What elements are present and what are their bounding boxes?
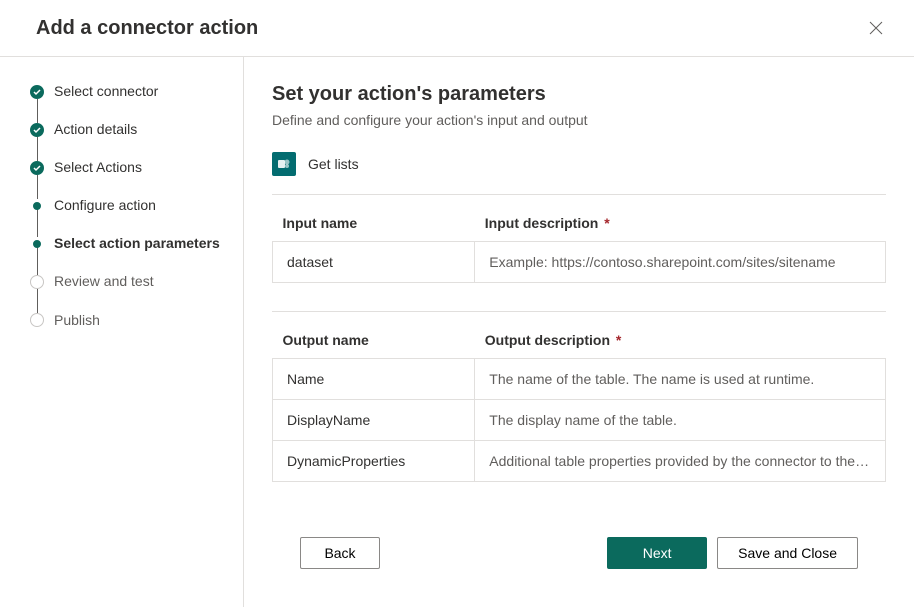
circle-icon: [30, 313, 44, 327]
page-title: Set your action's parameters: [272, 83, 886, 106]
inputs-table: Input name Input description * dataset E…: [272, 215, 886, 283]
output-name-cell: Name: [273, 359, 475, 400]
output-name-cell: DynamicProperties: [273, 441, 475, 482]
step-select-actions[interactable]: Select Actions: [30, 159, 223, 197]
input-name-cell: dataset: [273, 242, 475, 283]
main-panel: Set your action's parameters Define and …: [244, 57, 914, 607]
next-button[interactable]: Next: [607, 537, 707, 569]
inputs-section: Input name Input description * dataset E…: [272, 215, 886, 283]
outputs-table: Output name Output description * Name Th…: [272, 332, 886, 482]
dialog-footer: Back Next Save and Close: [272, 518, 886, 587]
dialog-header: Add a connector action: [0, 0, 914, 57]
dot-icon: [33, 240, 41, 248]
output-desc-cell[interactable]: Additional table properties provided by …: [475, 441, 886, 482]
step-publish[interactable]: Publish: [30, 311, 223, 329]
table-row[interactable]: DisplayName The display name of the tabl…: [273, 400, 886, 441]
section-divider: [272, 311, 886, 312]
step-select-connector[interactable]: Select connector: [30, 83, 223, 121]
step-label: Select Actions: [54, 159, 142, 175]
wizard-sidebar: Select connector Action details Select A…: [0, 57, 244, 607]
step-review-and-test[interactable]: Review and test: [30, 273, 223, 311]
output-name-cell: DisplayName: [273, 400, 475, 441]
main-content: Set your action's parameters Define and …: [272, 83, 886, 518]
step-label: Action details: [54, 121, 137, 137]
check-icon: [30, 123, 44, 137]
page-subtitle: Define and configure your action's input…: [272, 112, 886, 128]
input-desc-header: Input description *: [475, 215, 886, 242]
outputs-section: Output name Output description * Name Th…: [272, 332, 886, 482]
step-action-details[interactable]: Action details: [30, 121, 223, 159]
wizard-steps: Select connector Action details Select A…: [30, 83, 223, 329]
back-button[interactable]: Back: [300, 537, 380, 569]
output-desc-header: Output description *: [475, 332, 886, 359]
output-name-header: Output name: [273, 332, 475, 359]
footer-right: Next Save and Close: [607, 537, 858, 569]
dialog: Add a connector action Select connector …: [0, 0, 914, 607]
step-label: Select connector: [54, 83, 158, 99]
step-configure-action[interactable]: Configure action: [30, 197, 223, 235]
close-icon: [869, 21, 883, 35]
selected-action: Get lists: [272, 152, 886, 195]
step-select-action-parameters[interactable]: Select action parameters: [30, 235, 223, 273]
dot-icon: [33, 202, 41, 210]
output-desc-cell[interactable]: The display name of the table.: [475, 400, 886, 441]
dialog-title: Add a connector action: [36, 17, 258, 40]
table-row[interactable]: dataset Example: https://contoso.sharepo…: [273, 242, 886, 283]
save-close-button[interactable]: Save and Close: [717, 537, 858, 569]
table-row[interactable]: Name The name of the table. The name is …: [273, 359, 886, 400]
check-icon: [30, 161, 44, 175]
action-name: Get lists: [308, 156, 359, 172]
input-name-header: Input name: [273, 215, 475, 242]
step-label: Select action parameters: [54, 235, 220, 251]
circle-icon: [30, 275, 44, 289]
step-label: Review and test: [54, 273, 154, 289]
step-label: Publish: [54, 312, 100, 328]
dialog-body: Select connector Action details Select A…: [0, 57, 914, 607]
check-icon: [30, 85, 44, 99]
input-desc-cell[interactable]: Example: https://contoso.sharepoint.com/…: [475, 242, 886, 283]
sharepoint-icon: [272, 152, 296, 176]
step-label: Configure action: [54, 197, 156, 213]
table-row[interactable]: DynamicProperties Additional table prope…: [273, 441, 886, 482]
close-button[interactable]: [862, 14, 890, 42]
output-desc-cell[interactable]: The name of the table. The name is used …: [475, 359, 886, 400]
